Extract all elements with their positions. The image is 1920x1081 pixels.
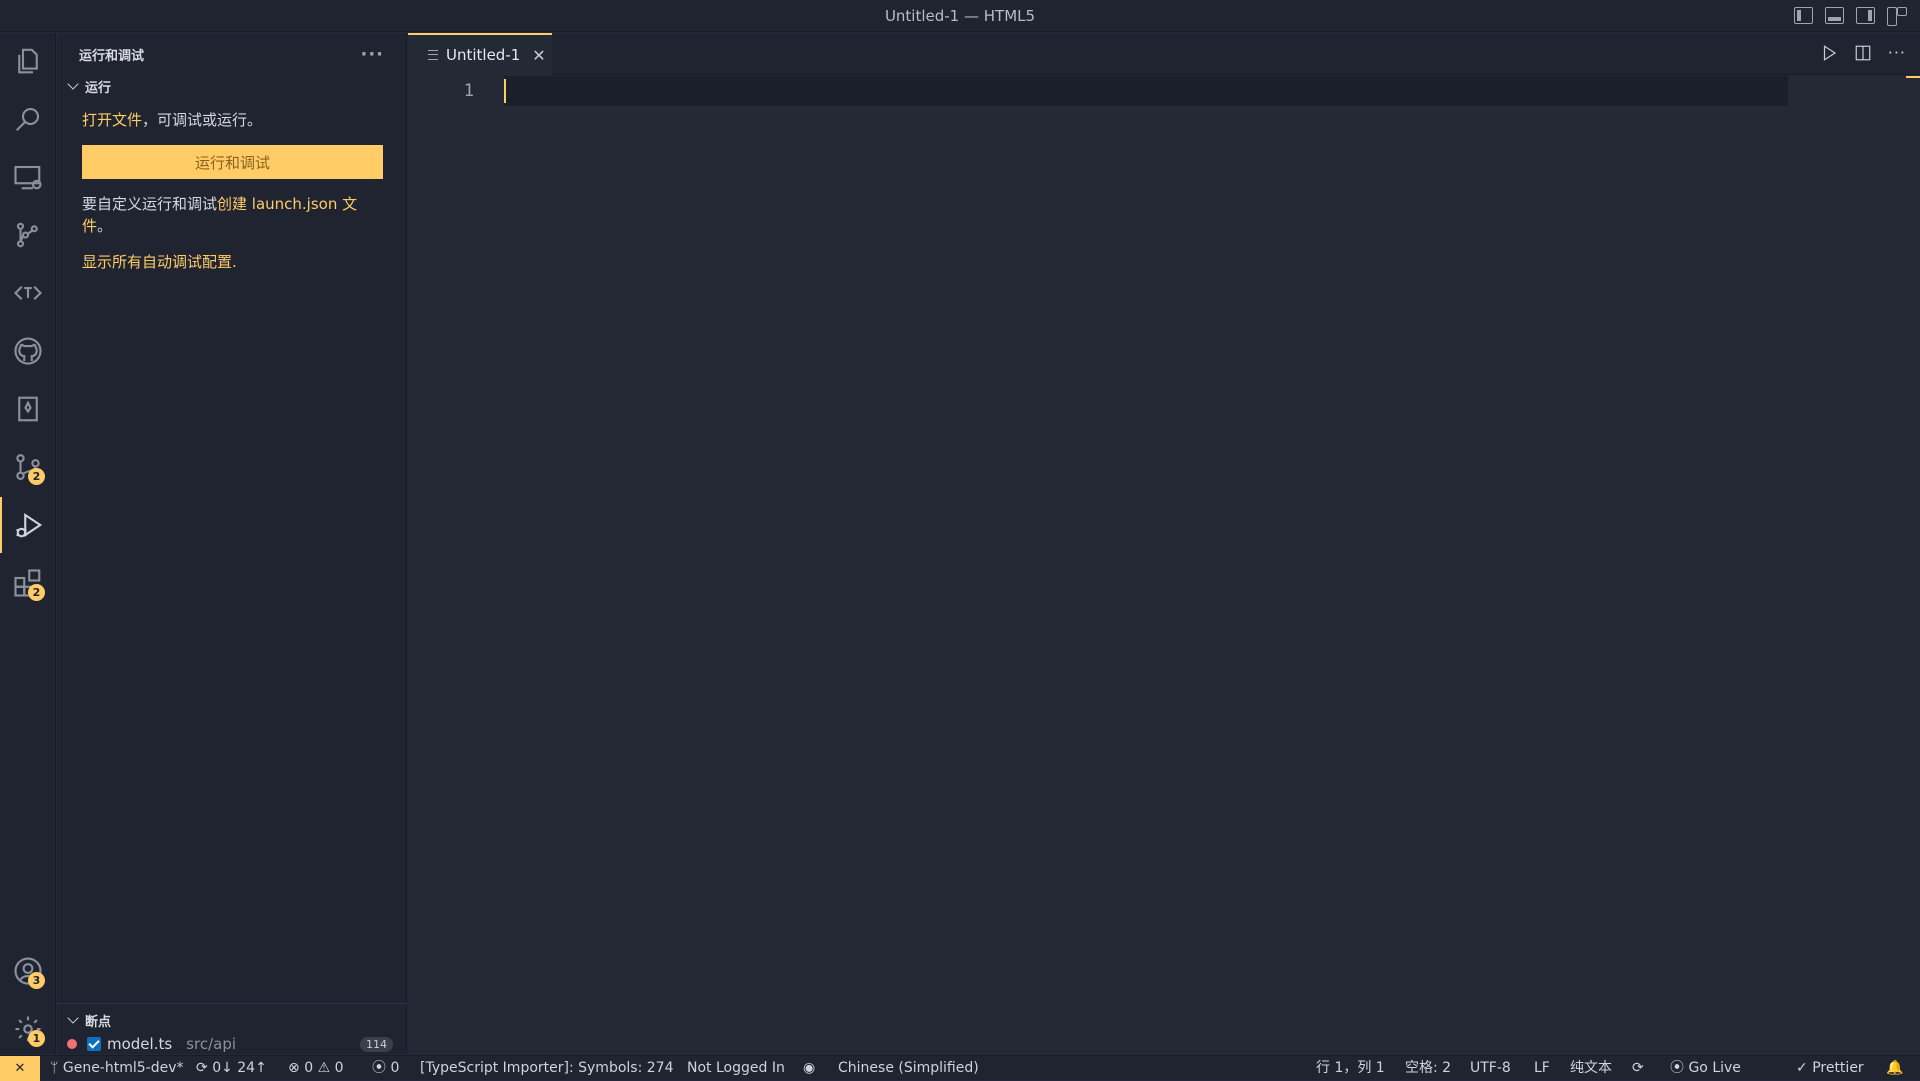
sidebar-more-actions[interactable]: ··· [360,44,384,65]
close-tab-icon[interactable]: ✕ [532,46,545,65]
breakpoint-item[interactable]: model.ts src/api 114 [57,1031,407,1057]
run-section-title: 运行 [85,80,112,96]
sidebar-header: 运行和调试 ··· [57,33,406,75]
git-graph-icon[interactable] [0,207,56,263]
source-control-icon[interactable]: 2 [0,439,56,495]
warning-count: 0 [334,1060,344,1076]
custom-launch-suffix: 。 [97,217,113,235]
problems-status[interactable]: ⊗ 0 ⚠ 0 [288,1056,344,1080]
show-all-debug-configs-link[interactable]: 显示所有自动调试配置. [82,253,237,271]
chevron-down-icon [67,1012,79,1024]
sync-status[interactable]: ⟳ 0↓ 24↑ [196,1056,267,1080]
ports-status[interactable]: ⦿ 0 [372,1056,399,1080]
warning-icon: ⚠ [317,1060,335,1076]
run-section-body: 打开文件，可调试或运行。 运行和调试 要自定义运行和调试创建 launch.js… [57,97,406,273]
tab-untitled-1[interactable]: Untitled-1 ✕ [408,33,552,75]
source-control-badge: 2 [28,468,45,485]
run-debug-icon[interactable] [0,497,56,553]
open-file-hint-text: ，可调试或运行。 [142,111,263,129]
toggle-primary-sidebar-icon[interactable] [1794,7,1813,24]
remote-explorer-icon[interactable] [0,149,56,205]
plaintext-file-icon [428,50,438,60]
broadcast-icon: ⦿ [372,1060,391,1076]
explorer-icon[interactable] [0,33,56,89]
branch-icon: ᛘ [50,1060,63,1076]
breakpoint-file: model.ts [107,1035,173,1053]
editor-tab-bar: Untitled-1 ✕ ··· [408,33,1920,75]
run-file-icon[interactable] [1820,44,1838,62]
breakpoint-checkbox[interactable] [87,1037,101,1051]
extensions-badge: 2 [28,584,45,601]
accounts-icon[interactable]: 3 [0,943,56,999]
editor-more-actions[interactable]: ··· [1888,43,1906,62]
notifications-bell-icon[interactable]: 🔔 [1886,1056,1903,1080]
indentation-status[interactable]: 空格: 2 [1405,1056,1451,1080]
branch-status[interactable]: ᛘ Gene-html5-dev* [50,1056,184,1080]
toggle-panel-icon[interactable] [1825,7,1844,24]
cursor-position-status[interactable]: 行 1，列 1 [1316,1056,1385,1080]
breakpoint-line-badge: 114 [360,1036,393,1052]
prettier-label: Prettier [1812,1060,1864,1076]
breakpoints-section: 断点 model.ts src/api 114 [57,1003,407,1057]
open-file-link[interactable]: 打开文件 [82,111,142,129]
error-icon: ⊗ [288,1060,305,1076]
run-section-header[interactable]: 运行 [57,75,406,97]
settings-badge: 1 [28,1030,45,1047]
breakpoints-section-header[interactable]: 断点 [57,1009,407,1031]
error-count: 0 [304,1060,314,1076]
ports-count: 0 [390,1060,400,1076]
eol-status[interactable]: LF [1534,1056,1550,1080]
editor-area: Untitled-1 ✕ ··· 1 [408,33,1920,1054]
editor-line-1[interactable]: 1 [408,76,1788,106]
ts-importer-status[interactable]: [TypeScript Importer]: Symbols: 274 [420,1056,673,1080]
custom-launch-text: 要自定义运行和调试 [82,195,218,213]
extensions-icon[interactable]: 2 [0,555,56,611]
remote-indicator[interactable]: ✕ [0,1056,40,1081]
language-mode-status[interactable]: 纯文本 [1570,1056,1612,1080]
scrollbar-cursor-marker [1906,76,1920,78]
search-icon[interactable] [0,91,56,147]
tab-label: Untitled-1 [446,46,521,64]
text-cursor [504,79,506,103]
accounts-badge: 3 [28,972,45,989]
open-file-hint: 打开文件，可调试或运行。 [82,109,382,131]
status-bar: ✕ ᛘ Gene-html5-dev* ⟳ 0↓ 24↑ ⊗ 0 ⚠ 0 ⦿ 0… [0,1055,1920,1081]
custom-launch-hint: 要自定义运行和调试创建 launch.json 文件。 [82,193,382,237]
editor-actions: ··· [1820,43,1906,62]
i18n-ally-icon[interactable] [0,265,56,321]
prettier-status[interactable]: ✓ Prettier [1796,1056,1864,1080]
sidebar-title: 运行和调试 [79,48,145,64]
chevron-down-icon [67,78,79,90]
github-icon[interactable] [0,323,56,379]
bookmark-icon[interactable] [0,381,56,437]
current-line-highlight [504,76,1788,106]
settings-gear-icon[interactable]: 1 [0,1001,56,1057]
toggle-secondary-sidebar-icon[interactable] [1856,7,1875,24]
breakpoint-path: src/api [186,1035,237,1053]
window-title: Untitled-1 — HTML5 [884,7,1036,25]
go-live-status[interactable]: ⦿ Go Live [1670,1056,1741,1080]
layout-controls [1794,7,1907,26]
go-live-label: Go Live [1688,1060,1741,1076]
broadcast-icon: ⦿ [1670,1060,1689,1076]
line-number: 1 [463,81,474,101]
language-pack-status[interactable]: Chinese (Simplified) [838,1056,979,1080]
sync-counts: 0↓ 24↑ [212,1060,267,1076]
run-and-debug-button[interactable]: 运行和调试 [82,145,383,179]
breakpoints-title: 断点 [85,1014,112,1030]
branch-name: Gene-html5-dev* [62,1060,184,1076]
activity-bar: 2 2 3 1 [0,33,56,1054]
customize-layout-icon[interactable] [1887,7,1907,26]
login-status[interactable]: Not Logged In [687,1056,785,1080]
sync-settings-icon[interactable]: ⟳ [1632,1056,1644,1080]
split-editor-icon[interactable] [1854,44,1872,62]
run-debug-sidebar: 运行和调试 ··· 运行 打开文件，可调试或运行。 运行和调试 要自定义运行和调… [57,33,407,1054]
check-all-icon: ✓ [1796,1060,1813,1076]
sync-icon: ⟳ [196,1060,213,1076]
eye-icon[interactable]: ◉ [803,1056,815,1080]
breakpoint-dot-icon [67,1039,77,1049]
title-bar: Untitled-1 — HTML5 [0,0,1920,32]
encoding-status[interactable]: UTF-8 [1470,1056,1511,1080]
